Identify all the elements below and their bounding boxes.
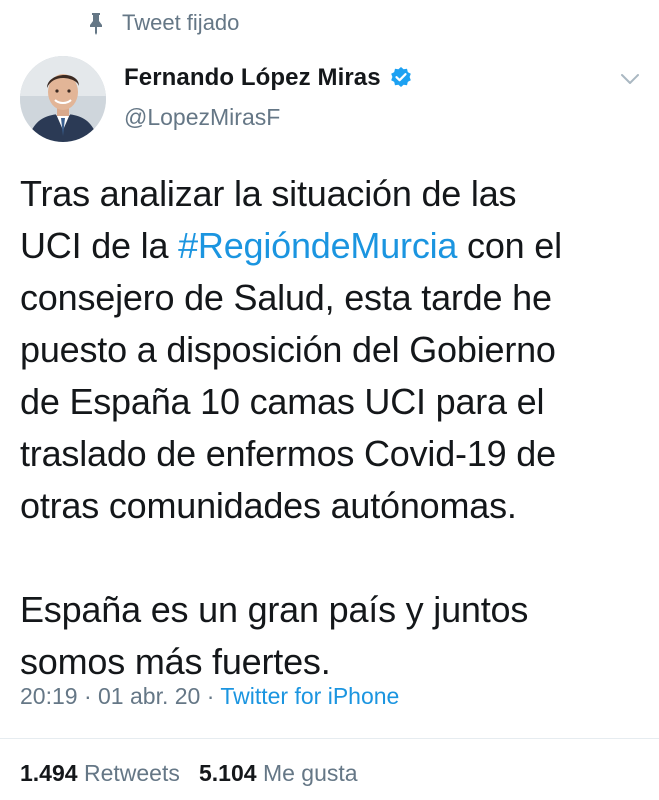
retweets-stat[interactable]: 1.494 Retweets <box>20 760 180 786</box>
chevron-down-icon[interactable] <box>620 72 640 86</box>
tweet-stats: 1.494 Retweets 5.104 Me gusta <box>20 760 358 787</box>
tweet-line: otras comunidades autónomas. <box>20 485 517 526</box>
avatar[interactable] <box>20 56 106 142</box>
tweet-date: 01 abr. 20 <box>98 683 201 709</box>
tweet-line: traslado de enfermos Covid-19 de <box>20 433 556 474</box>
tweet-text: Tras analizar la situación de las UCI de… <box>20 168 645 688</box>
tweet-text-segment: con el <box>457 225 562 266</box>
tweet-meta: 20:19 · 01 abr. 20 · Twitter for iPhone <box>20 683 399 710</box>
pin-icon <box>90 13 102 35</box>
retweets-label: Retweets <box>83 760 180 786</box>
hashtag-link[interactable]: #RegióndeMurcia <box>178 225 457 266</box>
tweet-line: puesto a disposición del Gobierno <box>20 329 556 370</box>
tweet-text-segment: UCI de la <box>20 225 179 266</box>
likes-count: 5.104 <box>199 760 257 786</box>
tweet-source-link[interactable]: Twitter for iPhone <box>220 683 399 709</box>
tweet-line: consejero de Salud, esta tarde he <box>20 277 552 318</box>
divider <box>0 738 659 739</box>
author-name[interactable]: Fernando López Miras <box>124 64 381 92</box>
retweets-count: 1.494 <box>20 760 78 786</box>
pinned-indicator: Tweet fijado <box>86 10 239 36</box>
verified-badge-icon <box>390 67 411 87</box>
tweet-line: España es un gran país y juntos <box>20 589 529 630</box>
tweet-line: UCI de la #RegióndeMurcia con el <box>20 220 645 272</box>
tweet-line: somos más fuertes. <box>20 641 331 682</box>
likes-stat[interactable]: 5.104 Me gusta <box>199 760 358 786</box>
avatar-image <box>20 56 106 142</box>
tweet-time: 20:19 <box>20 683 78 709</box>
tweet-line: Tras analizar la situación de las <box>20 173 517 214</box>
author-handle[interactable]: @LopezMirasF <box>124 104 280 131</box>
pinned-label: Tweet fijado <box>122 10 240 35</box>
pinned-tweet[interactable]: Tweet fijado Fernando López Miras @Lopez… <box>0 0 659 800</box>
author-name-row[interactable]: Fernando López Miras <box>124 64 413 92</box>
meta-separator: · <box>200 683 221 709</box>
tweet-line: de España 10 camas UCI para el <box>20 381 545 422</box>
meta-separator: · <box>77 683 99 709</box>
likes-label: Me gusta <box>262 760 358 786</box>
